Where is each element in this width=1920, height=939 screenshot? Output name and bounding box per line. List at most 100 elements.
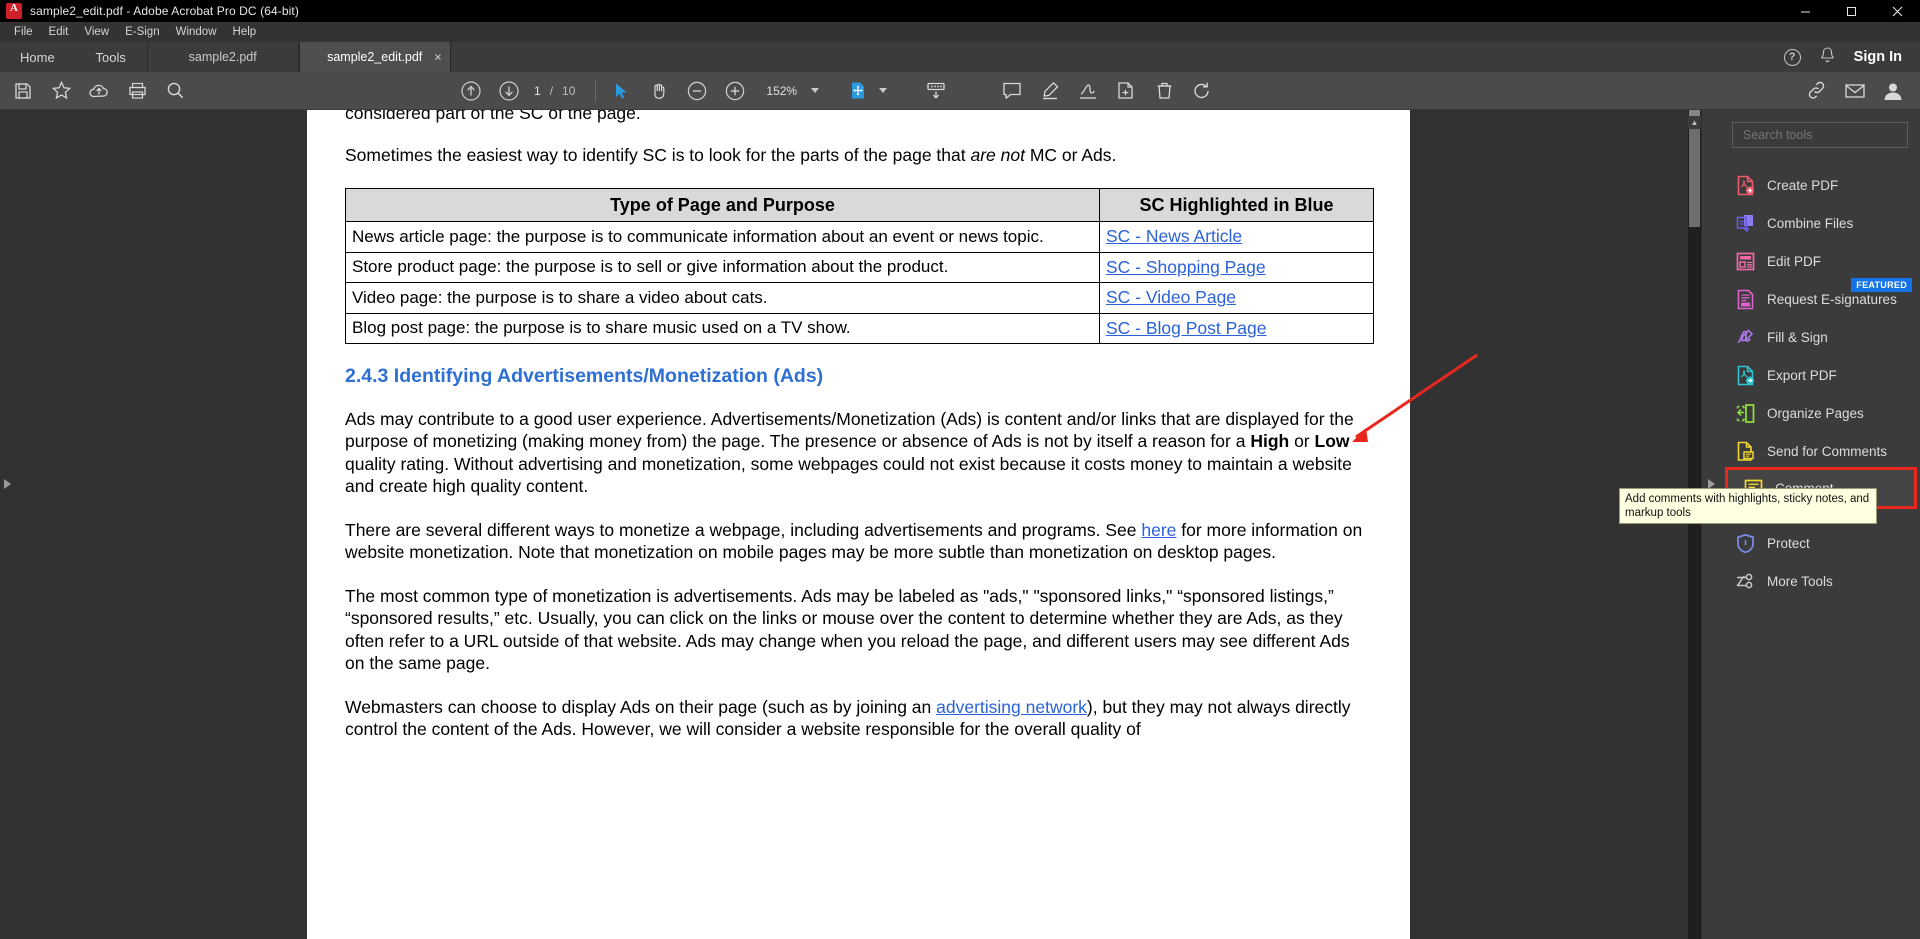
tab-home[interactable]: Home: [0, 42, 75, 72]
cell-sc-link[interactable]: SC - Shopping Page: [1099, 251, 1374, 283]
edit-pdf-icon: [1734, 250, 1756, 272]
cell-purpose: Blog post page: the purpose is to share …: [345, 312, 1100, 344]
column-header-sc: SC Highlighted in Blue: [1099, 187, 1374, 222]
cell-sc-link[interactable]: SC - Video Page: [1099, 282, 1374, 314]
chevron-down-icon[interactable]: [811, 88, 820, 93]
fit-page-icon[interactable]: [839, 72, 877, 110]
user-account-icon[interactable]: [1874, 72, 1912, 110]
tool-item-create-pdf[interactable]: Create PDF: [1720, 166, 1920, 204]
add-stamp-icon[interactable]: [1107, 72, 1145, 110]
paragraph-ads-intro: Ads may contribute to a good user experi…: [345, 408, 1372, 498]
menu-view[interactable]: View: [76, 24, 117, 40]
para-text: There are several different ways to mone…: [345, 519, 1142, 540]
menu-esign[interactable]: E-Sign: [117, 24, 168, 40]
cell-sc-link[interactable]: SC - News Article: [1099, 221, 1374, 253]
tool-item-export-pdf[interactable]: Export PDF: [1720, 356, 1920, 394]
minimize-button[interactable]: [1782, 0, 1828, 22]
delete-trash-icon[interactable]: [1145, 72, 1183, 110]
sc-examples-table: Type of Page and Purpose SC Highlighted …: [345, 187, 1374, 345]
tool-item-organize-pages[interactable]: Organize Pages: [1720, 394, 1920, 432]
document-viewer[interactable]: considered part of the SC of the page. S…: [16, 110, 1701, 939]
select-cursor-icon[interactable]: [602, 72, 640, 110]
combine-files-icon: [1734, 212, 1756, 234]
para-bold-high: High: [1250, 431, 1290, 451]
zoom-in-icon[interactable]: [716, 72, 754, 110]
request-esignatures-icon: [1734, 288, 1756, 310]
tool-label: Request E-signatures: [1767, 291, 1897, 307]
window-controls: [1782, 0, 1920, 22]
sc-link[interactable]: SC - Shopping Page: [1106, 257, 1266, 277]
tool-item-combine-files[interactable]: Combine Files: [1720, 204, 1920, 242]
tab-bar: Home Tools sample2.pdf sample2_edit.pdf …: [0, 42, 1920, 72]
tool-label: Protect: [1767, 535, 1810, 551]
main-area: considered part of the SC of the page. S…: [0, 110, 1920, 939]
comment-tooltip: Add comments with highlights, sticky not…: [1619, 488, 1877, 524]
page-number-field[interactable]: 1 / 10: [528, 84, 581, 98]
sign-in-button[interactable]: Sign In: [1854, 49, 1902, 65]
tool-item-protect[interactable]: Protect: [1720, 524, 1920, 562]
fill-and-sign-icon: [1734, 326, 1756, 348]
expand-navigation-pane-icon[interactable]: [4, 479, 11, 489]
tool-item-request-esignatures[interactable]: Request E-signatures FEATURED: [1720, 278, 1920, 318]
sc-link[interactable]: SC - Video Page: [1106, 287, 1236, 307]
zoom-out-icon[interactable]: [678, 72, 716, 110]
para-text: Ads may contribute to a good user experi…: [345, 408, 1354, 452]
tool-item-edit-pdf[interactable]: Edit PDF: [1720, 242, 1920, 280]
tool-label: Send for Comments: [1767, 443, 1888, 459]
tool-label: Create PDF: [1767, 177, 1839, 193]
inline-link-here[interactable]: here: [1141, 520, 1176, 540]
help-circle-icon[interactable]: ?: [1783, 48, 1801, 66]
email-icon[interactable]: [1836, 72, 1874, 110]
search-tools-input[interactable]: [1743, 128, 1907, 142]
vertical-scrollbar[interactable]: ▲: [1688, 110, 1701, 939]
para-bold-low: Low: [1314, 431, 1350, 451]
menu-help[interactable]: Help: [225, 24, 265, 40]
scroll-up-arrow-icon[interactable]: ▲: [1688, 116, 1701, 129]
create-pdf-icon: [1734, 174, 1756, 196]
right-collapse-rail: [1701, 110, 1720, 939]
search-magnifier-icon[interactable]: [156, 72, 194, 110]
close-button[interactable]: [1874, 0, 1920, 22]
maximize-button[interactable]: [1828, 0, 1874, 22]
sc-link[interactable]: SC - Blog Post Page: [1106, 318, 1267, 338]
sc-link[interactable]: SC - News Article: [1106, 226, 1242, 246]
inline-link-advertising-network[interactable]: advertising network: [936, 697, 1087, 717]
fill-and-sign-icon[interactable]: [1069, 72, 1107, 110]
tools-sidebar: Create PDF Combine Files Edit PDF Reques…: [1619, 110, 1920, 939]
chevron-down-icon[interactable]: [879, 88, 888, 93]
add-to-favorites-star-icon[interactable]: [42, 72, 80, 110]
add-comment-icon[interactable]: [993, 72, 1031, 110]
send-for-comments-icon: [1734, 440, 1756, 462]
tool-item-send-for-comments[interactable]: Send for Comments: [1720, 432, 1920, 470]
close-icon[interactable]: ×: [434, 51, 442, 64]
notification-bell-icon[interactable]: [1819, 46, 1836, 69]
print-icon[interactable]: [118, 72, 156, 110]
para-text: MC or Ads.: [1024, 145, 1117, 165]
section-heading: 2.4.3 Identifying Advertisements/Monetiz…: [345, 365, 824, 387]
document-tab-sample2[interactable]: sample2.pdf: [146, 42, 299, 72]
tool-item-more-tools[interactable]: More Tools: [1720, 562, 1920, 600]
menu-file[interactable]: File: [6, 24, 41, 40]
cell-sc-link[interactable]: SC - Blog Post Page: [1099, 312, 1374, 344]
highlight-marker-icon[interactable]: [1031, 72, 1069, 110]
hand-pan-icon[interactable]: [640, 72, 678, 110]
save-icon[interactable]: [4, 72, 42, 110]
scrollbar-thumb[interactable]: [1689, 129, 1700, 227]
menu-window[interactable]: Window: [168, 24, 225, 40]
menu-edit[interactable]: Edit: [41, 24, 77, 40]
share-link-icon[interactable]: [1798, 72, 1836, 110]
tab-tools[interactable]: Tools: [75, 42, 147, 72]
search-tools-field[interactable]: [1732, 122, 1908, 148]
page-scrolling-icon[interactable]: [917, 72, 955, 110]
upload-to-cloud-icon[interactable]: [80, 72, 118, 110]
document-tab-label: sample2.pdf: [188, 50, 257, 64]
zoom-level-value[interactable]: 152%: [766, 84, 797, 98]
paragraph-common-monetization: The most common type of monetization is …: [345, 585, 1350, 674]
previous-page-arrow-icon[interactable]: [452, 72, 490, 110]
tool-label: Combine Files: [1767, 215, 1854, 231]
next-page-arrow-icon[interactable]: [490, 72, 528, 110]
rotate-page-icon[interactable]: [1183, 72, 1221, 110]
document-tab-sample2-edit[interactable]: sample2_edit.pdf ×: [298, 42, 451, 72]
column-header-purpose: Type of Page and Purpose: [345, 187, 1100, 222]
tool-item-fill-and-sign[interactable]: Fill & Sign: [1720, 318, 1920, 356]
